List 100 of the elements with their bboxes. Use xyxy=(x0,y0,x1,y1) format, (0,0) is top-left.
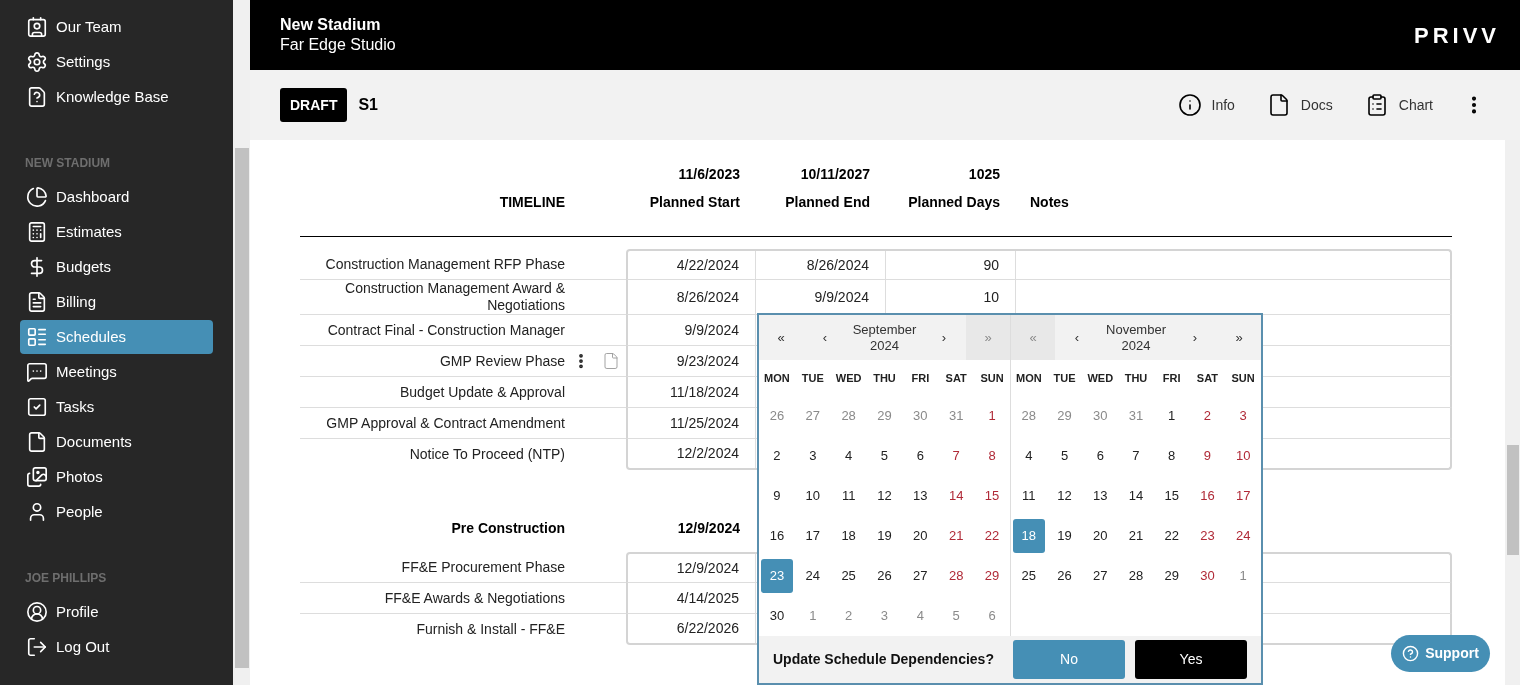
calendar-day[interactable]: 4 xyxy=(832,439,865,473)
calendar-day[interactable]: 15 xyxy=(1155,479,1188,513)
toolbar-button[interactable]: Docs xyxy=(1266,93,1333,117)
calendar-day[interactable]: 26 xyxy=(1048,559,1081,593)
calendar-day[interactable]: 26 xyxy=(868,559,901,593)
calendar-day[interactable]: 13 xyxy=(904,479,937,513)
calendar-day[interactable]: 22 xyxy=(1155,519,1188,553)
calendar-day[interactable]: 27 xyxy=(796,399,829,433)
toolbar-button[interactable]: Chart xyxy=(1364,93,1433,117)
toolbar-button[interactable]: Info xyxy=(1177,93,1235,117)
days-cell[interactable]: 90 xyxy=(886,251,1016,279)
sidebar-item[interactable]: Billing xyxy=(20,285,213,319)
calendar-day[interactable]: 5 xyxy=(1048,439,1081,473)
calendar-day[interactable]: 20 xyxy=(904,519,937,553)
calendar-day[interactable]: 24 xyxy=(796,559,829,593)
calendar-day[interactable]: 31 xyxy=(1120,399,1152,433)
calendar-day[interactable]: 14 xyxy=(940,479,973,513)
sidebar-item[interactable]: Knowledge Base xyxy=(20,80,213,114)
calendar-day[interactable]: 27 xyxy=(1084,559,1117,593)
calendar-day[interactable]: 4 xyxy=(904,599,937,633)
month-nav-button[interactable]: » xyxy=(1217,315,1261,360)
sidebar-item[interactable]: Tasks xyxy=(20,390,213,424)
calendar-day[interactable]: 17 xyxy=(796,519,829,553)
calendar-day[interactable]: 21 xyxy=(1120,519,1152,553)
calendar-day[interactable]: 11 xyxy=(832,479,865,513)
calendar-day[interactable]: 31 xyxy=(940,399,973,433)
date-cell[interactable]: 4/22/2024 xyxy=(628,251,756,279)
calendar-day[interactable]: 29 xyxy=(1048,399,1081,433)
date-cell[interactable]: 8/26/2024 xyxy=(628,280,756,314)
sidebar-item[interactable]: Budgets xyxy=(20,250,213,284)
calendar-day[interactable]: 1 xyxy=(976,399,1009,433)
month-nav-button[interactable]: ‹ xyxy=(803,315,847,360)
calendar-day[interactable]: 16 xyxy=(760,519,793,553)
calendar-day[interactable]: 30 xyxy=(1191,559,1224,593)
calendar-day[interactable]: 9 xyxy=(760,479,793,513)
calendar-day[interactable]: 2 xyxy=(1191,399,1224,433)
calendar-day[interactable]: 30 xyxy=(760,599,793,633)
sidebar-item[interactable]: Estimates xyxy=(20,215,213,249)
decline-button[interactable]: No xyxy=(1013,640,1125,679)
sidebar-item[interactable]: Settings xyxy=(20,45,213,79)
calendar-day[interactable]: 26 xyxy=(760,399,793,433)
sidebar-item[interactable]: Schedules xyxy=(20,320,213,354)
calendar-day[interactable]: 28 xyxy=(832,399,865,433)
support-button[interactable]: Support xyxy=(1391,635,1490,672)
calendar-day[interactable]: 29 xyxy=(976,559,1009,593)
date-cell[interactable]: 6/22/2026 xyxy=(628,614,756,643)
calendar-day[interactable]: 6 xyxy=(1084,439,1117,473)
calendar-day[interactable]: 25 xyxy=(1012,559,1045,593)
calendar-day[interactable]: 16 xyxy=(1191,479,1224,513)
calendar-day[interactable]: 20 xyxy=(1084,519,1117,553)
calendar-day[interactable]: 10 xyxy=(796,479,829,513)
calendar-day[interactable]: 15 xyxy=(976,479,1009,513)
calendar-day[interactable]: 6 xyxy=(976,599,1009,633)
calendar-day[interactable]: 28 xyxy=(940,559,973,593)
calendar-day[interactable]: 12 xyxy=(868,479,901,513)
calendar-day[interactable]: 19 xyxy=(868,519,901,553)
month-nav-button[interactable]: › xyxy=(1173,315,1217,360)
date-cell[interactable]: 11/18/2024 xyxy=(628,377,756,407)
calendar-day[interactable]: 23 xyxy=(1191,519,1224,553)
calendar-day[interactable]: 5 xyxy=(868,439,901,473)
calendar-day[interactable]: 11 xyxy=(1012,479,1045,513)
calendar-day[interactable]: 4 xyxy=(1012,439,1045,473)
calendar-day[interactable]: 3 xyxy=(868,599,901,633)
sidebar-item[interactable]: Documents xyxy=(20,425,213,459)
calendar-day[interactable]: 7 xyxy=(1120,439,1152,473)
calendar-day[interactable]: 30 xyxy=(1084,399,1117,433)
calendar-day[interactable]: 29 xyxy=(868,399,901,433)
confirm-button[interactable]: Yes xyxy=(1135,640,1247,679)
date-cell[interactable]: 12/9/2024 xyxy=(628,554,756,582)
calendar-day[interactable]: 2 xyxy=(760,439,793,473)
calendar-day[interactable]: 29 xyxy=(1155,559,1188,593)
calendar-day[interactable]: 2 xyxy=(832,599,865,633)
calendar-day[interactable]: 27 xyxy=(904,559,937,593)
date-cell[interactable]: 9/23/2024 xyxy=(628,346,756,376)
sidebar-item[interactable]: Our Team xyxy=(20,10,213,44)
calendar-day[interactable]: 1 xyxy=(1155,399,1188,433)
calendar-day[interactable]: 13 xyxy=(1084,479,1117,513)
calendar-day[interactable]: 19 xyxy=(1048,519,1081,553)
calendar-day[interactable]: 17 xyxy=(1227,479,1260,513)
calendar-day[interactable]: 8 xyxy=(1155,439,1188,473)
month-nav-button[interactable]: « xyxy=(759,315,803,360)
sidebar-item[interactable]: Meetings xyxy=(20,355,213,389)
calendar-day[interactable]: 28 xyxy=(1012,399,1045,433)
calendar-day[interactable]: 22 xyxy=(976,519,1009,553)
calendar-day[interactable]: 30 xyxy=(904,399,937,433)
calendar-day[interactable]: 10 xyxy=(1227,439,1260,473)
calendar-day[interactable]: 9 xyxy=(1191,439,1224,473)
calendar-day[interactable]: 14 xyxy=(1120,479,1152,513)
calendar-day[interactable]: 28 xyxy=(1120,559,1152,593)
calendar-day[interactable]: 12 xyxy=(1048,479,1081,513)
sidebar-item[interactable]: Photos xyxy=(20,460,213,494)
calendar-day[interactable]: 23 xyxy=(760,559,793,593)
sidebar-item[interactable]: People xyxy=(20,495,213,529)
sidebar-item[interactable]: Dashboard xyxy=(20,180,213,214)
date-cell[interactable]: 8/26/2024 xyxy=(756,251,886,279)
date-cell[interactable]: 9/9/2024 xyxy=(628,315,756,345)
date-cell[interactable]: 12/2/2024 xyxy=(628,439,756,468)
calendar-day[interactable]: 25 xyxy=(832,559,865,593)
date-cell[interactable]: 11/25/2024 xyxy=(628,408,756,438)
calendar-day[interactable]: 7 xyxy=(940,439,973,473)
